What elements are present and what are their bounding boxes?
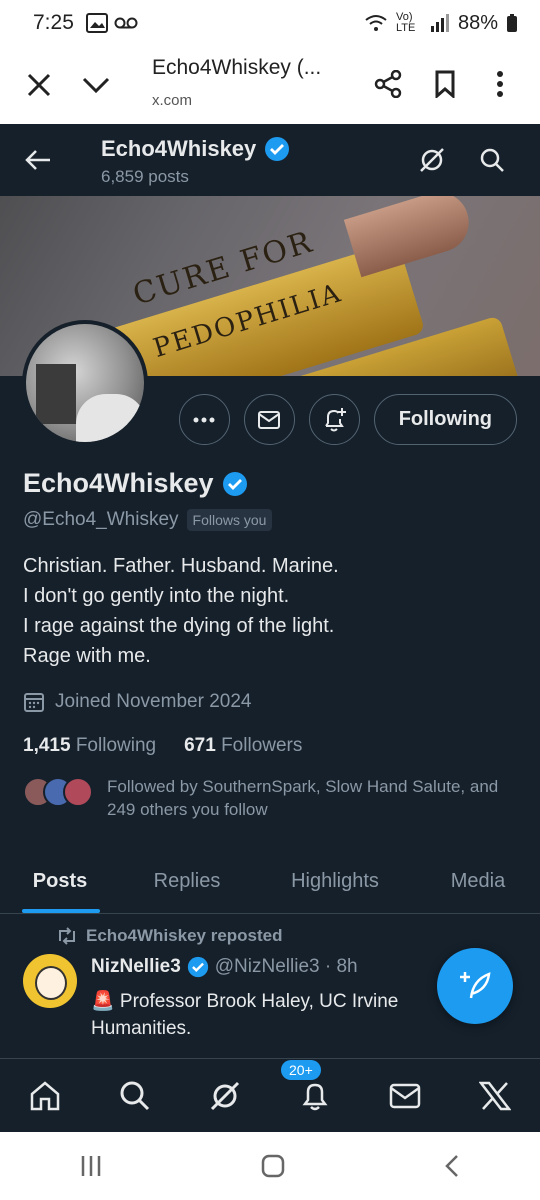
profile-actions: Following — [178, 394, 517, 445]
browser-url[interactable]: x.com — [152, 92, 192, 109]
followers-count: 671 — [184, 735, 216, 756]
tweet-author-avatar[interactable] — [23, 954, 77, 1008]
nav-x-premium[interactable] — [471, 1072, 519, 1120]
network-label: Vo) LTE — [395, 11, 416, 34]
envelope-icon — [258, 410, 281, 429]
voicemail-icon — [114, 17, 138, 29]
grok-icon[interactable] — [418, 146, 446, 174]
profile-handle-row: @Echo4_Whiskey Follows you — [23, 509, 523, 531]
repost-icon — [59, 927, 75, 945]
followers-label: Followers — [221, 735, 303, 756]
bio-line: I rage against the dying of the light. — [23, 615, 335, 637]
x-logo-icon — [479, 1081, 511, 1110]
header-name-text: Echo4Whiskey — [101, 136, 257, 161]
bell-plus-icon — [325, 407, 347, 431]
home-button-icon[interactable] — [261, 1154, 285, 1178]
avatar-image — [26, 324, 144, 442]
following-count-link[interactable]: 1,415 Following — [23, 735, 156, 757]
more-options-button[interactable] — [178, 394, 230, 445]
repost-indicator: Echo4Whiskey reposted — [56, 926, 283, 946]
calendar-icon — [24, 693, 44, 712]
profile-name-text: Echo4Whiskey — [23, 468, 214, 498]
header-post-count: 6,859 posts — [101, 167, 189, 186]
nav-messages[interactable] — [381, 1072, 429, 1120]
tweet-author-name[interactable]: NizNellie3 — [91, 956, 181, 978]
nav-notifications[interactable]: 20+ — [281, 1059, 339, 1120]
nav-search[interactable] — [111, 1072, 159, 1120]
tab-posts[interactable]: Posts — [0, 850, 120, 913]
follow-counts: 1,415 Following 671 Followers — [23, 735, 523, 757]
home-icon — [30, 1080, 60, 1110]
follows-you-badge: Follows you — [186, 509, 273, 531]
tweet-text: 🚨 Professor Brook Haley, UC Irvine Human… — [91, 991, 399, 1039]
repost-label: Echo4Whiskey reposted — [86, 926, 283, 945]
search-icon — [120, 1081, 150, 1110]
signal-icon — [430, 14, 449, 32]
feather-plus-icon — [460, 972, 491, 999]
followed-by-row[interactable]: Followed by SouthernSpark, Slow Hand Sal… — [23, 775, 523, 821]
tab-replies[interactable]: Replies — [120, 850, 254, 913]
tab-highlights[interactable]: Highlights — [254, 850, 416, 913]
banner-bullet-tip — [343, 196, 477, 278]
joined-date-row: Joined November 2024 — [23, 691, 523, 713]
browser-toolbar: Echo4Whiskey (... x.com — [0, 46, 540, 124]
profile-bio: Christian. Father. Husband. Marine. I do… — [23, 551, 523, 671]
system-navigation — [0, 1132, 540, 1200]
gallery-icon — [85, 13, 108, 33]
battery-level: 88% — [457, 11, 498, 34]
profile-name: Echo4Whiskey — [23, 468, 523, 499]
close-icon[interactable] — [26, 72, 52, 98]
header-name: Echo4Whiskey — [101, 136, 290, 162]
more-vertical-icon[interactable] — [496, 70, 504, 98]
joined-date: Joined November 2024 — [55, 691, 252, 712]
verified-badge-icon — [222, 471, 247, 496]
more-horizontal-icon — [193, 417, 215, 422]
status-bar: 7:25 Vo) LTE 88% — [0, 0, 540, 46]
compose-post-button[interactable] — [437, 948, 513, 1024]
profile-tabs: Posts Replies Highlights Media — [0, 850, 540, 914]
bio-line: I don't go gently into the night. — [23, 585, 290, 607]
status-time: 7:25 — [33, 11, 74, 34]
grok-icon — [210, 1081, 240, 1110]
search-icon[interactable] — [478, 146, 506, 174]
notification-badge: 20+ — [281, 1059, 321, 1080]
following-button[interactable]: Following — [373, 394, 517, 445]
tab-media[interactable]: Media — [416, 850, 540, 913]
battery-icon — [507, 14, 517, 32]
verified-badge-icon — [265, 137, 290, 161]
tweet-header: NizNellie3 @NizNellie3 · 8h — [91, 956, 358, 978]
bookmark-icon[interactable] — [434, 70, 456, 98]
notifications-button[interactable] — [308, 394, 360, 445]
envelope-icon — [389, 1083, 421, 1108]
bottom-navigation: 20+ — [0, 1058, 540, 1132]
recents-icon[interactable] — [79, 1154, 103, 1178]
profile-handle: @Echo4_Whiskey — [23, 509, 179, 530]
wifi-icon — [365, 15, 387, 31]
followed-by-text: Followed by SouthernSpark, Slow Hand Sal… — [107, 777, 499, 819]
back-arrow-icon[interactable] — [24, 148, 52, 172]
profile-header-bar: Echo4Whiskey 6,859 posts — [0, 124, 540, 196]
nav-grok[interactable] — [201, 1072, 249, 1120]
bio-line: Christian. Father. Husband. Marine. — [23, 555, 339, 577]
tweet-author-handle: @NizNellie3 · 8h — [214, 956, 358, 977]
profile-info: Echo4Whiskey @Echo4_Whiskey Follows you … — [23, 468, 523, 821]
nav-home[interactable] — [21, 1072, 69, 1120]
bell-icon — [302, 1083, 328, 1110]
message-button[interactable] — [243, 394, 295, 445]
share-icon[interactable] — [374, 70, 402, 98]
following-count: 1,415 — [23, 735, 71, 756]
profile-avatar[interactable] — [22, 320, 148, 446]
verified-badge-icon — [187, 956, 208, 978]
back-icon[interactable] — [443, 1154, 461, 1178]
bio-line: Rage with me. — [23, 645, 151, 667]
browser-page-title: Echo4Whiskey (... — [152, 56, 322, 79]
followers-count-link[interactable]: 671 Followers — [184, 735, 302, 757]
mutual-avatar — [63, 777, 93, 807]
following-label: Following — [75, 735, 157, 756]
chevron-down-icon[interactable] — [82, 76, 110, 94]
mutual-avatars — [23, 777, 93, 807]
